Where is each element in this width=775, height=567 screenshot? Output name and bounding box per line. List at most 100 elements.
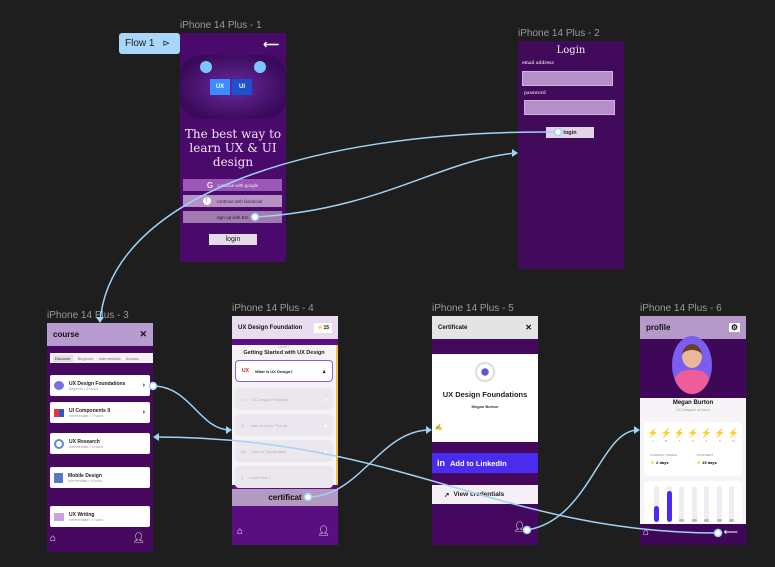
- hero-illustration: UX UI: [180, 55, 286, 119]
- connector-login-to-courses: [99, 131, 559, 323]
- character-icon: ♟: [322, 368, 326, 374]
- add-to-linkedin-button[interactable]: in Add to LinkedIn: [432, 453, 538, 473]
- flow-label: Flow 1: [125, 38, 155, 49]
- course-card[interactable]: UX Design Foundations Beginner • 4 hours ◗: [50, 375, 150, 396]
- frame-label-1: iPhone 14 Plus - 1: [180, 20, 262, 31]
- google-button[interactable]: Gcontinue with google: [183, 179, 282, 191]
- back-arrow-icon[interactable]: ⟵: [263, 38, 279, 51]
- activity-bar-track: [666, 486, 672, 522]
- course-icon: [54, 512, 64, 521]
- tab-intermediate[interactable]: Intermediate: [99, 356, 121, 361]
- facebook-icon: f: [202, 197, 211, 205]
- play-flow-icon[interactable]: ⊳: [162, 38, 170, 49]
- course-card[interactable]: UI Components II Intermediate • 7 hours ◗: [50, 402, 150, 423]
- frame-label-5: iPhone 14 Plus - 5: [432, 303, 514, 314]
- arrow-up-right-icon: ↗: [444, 491, 450, 499]
- user-icon[interactable]: 👤︎: [132, 533, 145, 544]
- tab-discover[interactable]: Discover: [53, 354, 73, 362]
- email-field[interactable]: [522, 71, 613, 86]
- lesson-item-active[interactable]: UX What is UX Design? ♟: [235, 360, 333, 382]
- puzzle-ui: UI: [232, 79, 252, 95]
- section-title: Getting Started with UX Design: [243, 350, 325, 356]
- login-submit-button[interactable]: login: [546, 127, 594, 138]
- frame-welcome[interactable]: ⟵ UX UI The best way to learn UX & UI de…: [180, 33, 286, 262]
- lock-icon: ■: [324, 448, 327, 454]
- tab-advanced[interactable]: Advanc: [126, 356, 139, 361]
- lightning-icon: ⚡: [727, 428, 739, 438]
- certificate-image: UX Design Foundations Megan Burton ✍: [432, 354, 538, 442]
- frame-label-3: iPhone 14 Plus - 3: [47, 310, 129, 321]
- lightning-icon: ⚡: [700, 428, 713, 438]
- activity-bar-track: [729, 486, 734, 522]
- course-title: UX Design Foundation: [238, 324, 303, 331]
- lightning-icon: ⚡: [714, 428, 726, 438]
- certificate-button[interactable]: certificat: [232, 489, 338, 506]
- settings-gear-icon[interactable]: ⚙: [728, 323, 740, 332]
- connector-course-to-detail: [152, 385, 231, 431]
- course-card[interactable]: Mobile Design Intermediate • 6 hours: [50, 467, 150, 488]
- frame-certificate[interactable]: Certificate ✕ UX Design Foundations Megan…: [432, 316, 538, 545]
- connector-user-to-profile: [526, 429, 639, 531]
- course-tabs: Discover Beginner Intermediate Advanc: [50, 353, 153, 363]
- lesson-item-locked[interactable]: Aa Intro to Typography ■: [235, 440, 333, 462]
- close-icon[interactable]: ✕: [525, 323, 532, 332]
- home-icon[interactable]: ⌂: [237, 526, 243, 537]
- lesson-icon: ◎: [241, 422, 245, 428]
- close-icon[interactable]: ✕: [139, 329, 147, 340]
- view-credentials-button[interactable]: ↗ View credentials: [432, 485, 538, 504]
- course-card[interactable]: UX Research Intermediate • 6 hours: [50, 433, 150, 454]
- streak-label: CURRENT STREAK: [650, 453, 678, 457]
- activity-bar: [729, 519, 734, 522]
- lesson-item-locked[interactable]: ▯ Level Test 1: [235, 466, 333, 488]
- day-streak-item: ⚡ F: [687, 428, 699, 443]
- password-label: password: [524, 91, 546, 96]
- badge-icon: [475, 362, 495, 382]
- lightning-icon: ⚡: [696, 460, 701, 465]
- puzzle-ux: UX: [210, 79, 230, 95]
- lesson-item-locked[interactable]: ◎ Intro to Color Theory ■: [235, 414, 333, 436]
- home-icon[interactable]: ⌂: [50, 533, 56, 544]
- streak-card: ⚡ T ⚡ W ⚡ T ⚡ F ⚡ S ⚡ S ⚡ M CURRENT STREAK ⚡ 2 days Y…: [644, 422, 742, 476]
- email-label: email address: [522, 61, 554, 66]
- best-value: ⚡ 15 days: [696, 460, 717, 465]
- frame-profile[interactable]: profile ⚙ Megan Burton UX Designer at Uxc…: [640, 316, 746, 545]
- lesson-item-locked[interactable]: ▭ UX Design Principles ■: [235, 388, 333, 410]
- ux-logo-icon: UX: [242, 368, 249, 374]
- back-arrow-icon[interactable]: ⟵: [724, 527, 738, 538]
- user-icon[interactable]: 👤︎: [513, 522, 526, 533]
- headline: The best way to learn UX & UI design: [184, 127, 282, 169]
- lock-icon: ■: [324, 422, 327, 428]
- avatar: [672, 336, 712, 394]
- activity-bar: [654, 505, 659, 522]
- course-icon: [54, 438, 64, 449]
- activity-bar: [704, 519, 709, 522]
- activity-bar: [679, 519, 684, 522]
- activity-chart: [644, 481, 742, 524]
- cert-recipient: Megan Burton: [471, 404, 499, 409]
- frame-login[interactable]: Login email address password login: [518, 41, 624, 269]
- frame-course-detail[interactable]: UX Design Foundation ⚡15 Level 1 Getting …: [232, 316, 338, 545]
- streak-value: ⚡ 2 days: [650, 460, 669, 465]
- lightning-icon: ⚡: [647, 428, 659, 438]
- activity-bar-track: [679, 486, 684, 522]
- frame-label-2: iPhone 14 Plus - 2: [518, 28, 600, 39]
- activity-bar: [666, 491, 672, 522]
- signature: ✍: [435, 425, 443, 431]
- flow-badge[interactable]: Flow 1 ⊳: [119, 33, 180, 54]
- frame-label-4: iPhone 14 Plus - 4: [232, 303, 314, 314]
- lesson-panel: Level 1 Getting Started with UX Design U…: [232, 345, 338, 488]
- user-icon[interactable]: 👤︎: [317, 526, 330, 537]
- activity-bar-track: [691, 486, 697, 522]
- certificate-title: Certificate: [438, 324, 468, 331]
- activity-bar: [691, 519, 697, 522]
- frame-courses[interactable]: course ✕ Discover Beginner Intermediate A…: [47, 323, 153, 552]
- signup-email-button[interactable]: sign up with Em: [183, 211, 282, 223]
- password-field[interactable]: [524, 100, 615, 115]
- best-label: YOUR BEST: [696, 453, 714, 457]
- login-button[interactable]: login: [209, 234, 257, 245]
- user-name: Megan Burton: [672, 400, 714, 406]
- tab-beginner[interactable]: Beginner: [78, 356, 94, 361]
- facebook-button[interactable]: f continue with facebook: [183, 195, 282, 207]
- home-icon[interactable]: ⌂: [643, 527, 649, 538]
- course-card[interactable]: UX Writing Intermediate • 4 hours: [50, 506, 150, 527]
